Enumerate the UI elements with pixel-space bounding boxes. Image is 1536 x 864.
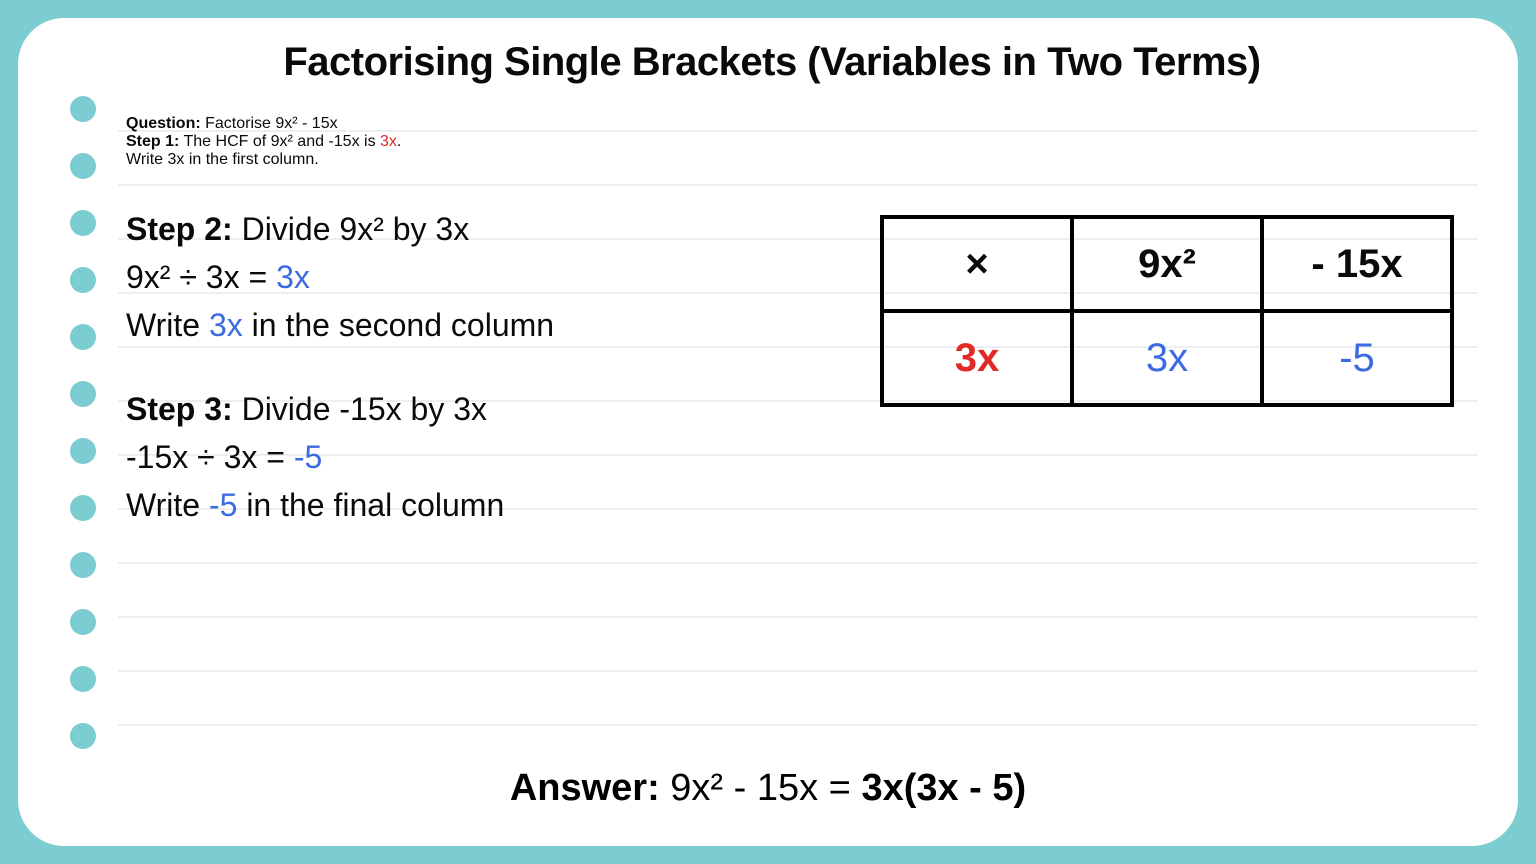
step2-eq-b: 3x bbox=[276, 259, 310, 295]
step2-w-b: 3x bbox=[209, 307, 243, 343]
binder-holes bbox=[70, 96, 96, 749]
step2-block: Step 2: Divide 9x² by 3x 9x² ÷ 3x = 3x W… bbox=[126, 205, 840, 349]
step1-line2: Write 3x in the first column. bbox=[126, 151, 1478, 169]
table-hcf: 3x bbox=[882, 311, 1072, 405]
worksheet-card: Factorising Single Brackets (Variables i… bbox=[18, 18, 1518, 846]
question-label: Question: bbox=[126, 115, 201, 132]
table-header-term2: - 15x bbox=[1262, 217, 1452, 311]
step2-w-a: Write bbox=[126, 307, 209, 343]
step3-eq-b: -5 bbox=[294, 439, 322, 475]
table-header-mult: × bbox=[882, 217, 1072, 311]
step2-text: Divide 9x² by 3x bbox=[233, 211, 470, 247]
step1-label: Step 1: bbox=[126, 133, 179, 150]
question-block: Question: Factorise 9x² - 15x Step 1: Th… bbox=[126, 115, 1478, 169]
table-column: × 9x² - 15x 3x 3x -5 bbox=[880, 205, 1478, 407]
step3-eq-a: -15x ÷ 3x = bbox=[126, 439, 294, 475]
answer-line: Answer: 9x² - 15x = 3x(3x - 5) bbox=[18, 767, 1518, 810]
step3-block: Step 3: Divide -15x by 3x -15x ÷ 3x = -5… bbox=[126, 385, 840, 529]
question-text: Factorise 9x² - 15x bbox=[201, 115, 338, 132]
answer-label: Answer: bbox=[510, 767, 660, 809]
page-title: Factorising Single Brackets (Variables i… bbox=[66, 40, 1478, 85]
step2-eq-a: 9x² ÷ 3x = bbox=[126, 259, 276, 295]
step1-hcf: 3x bbox=[380, 133, 397, 150]
answer-rhs: 3x(3x - 5) bbox=[861, 767, 1026, 809]
step3-w-c: in the final column bbox=[237, 487, 504, 523]
middle-row: Step 2: Divide 9x² by 3x 9x² ÷ 3x = 3x W… bbox=[126, 205, 1478, 565]
step3-label: Step 3: bbox=[126, 391, 233, 427]
text-column: Step 2: Divide 9x² by 3x 9x² ÷ 3x = 3x W… bbox=[126, 205, 840, 565]
step1-text-b: . bbox=[397, 133, 401, 150]
factor-table: × 9x² - 15x 3x 3x -5 bbox=[880, 215, 1454, 407]
step1-text-a: The HCF of 9x² and -15x is bbox=[179, 133, 380, 150]
step3-w-a: Write bbox=[126, 487, 209, 523]
step2-w-c: in the second column bbox=[243, 307, 554, 343]
table-header-term1: 9x² bbox=[1072, 217, 1262, 311]
step3-w-b: -5 bbox=[209, 487, 237, 523]
content: Factorising Single Brackets (Variables i… bbox=[126, 40, 1478, 565]
table-quotient2: -5 bbox=[1262, 311, 1452, 405]
answer-lhs: 9x² - 15x = bbox=[660, 767, 862, 809]
step2-label: Step 2: bbox=[126, 211, 233, 247]
table-quotient1: 3x bbox=[1072, 311, 1262, 405]
step3-text: Divide -15x by 3x bbox=[233, 391, 487, 427]
